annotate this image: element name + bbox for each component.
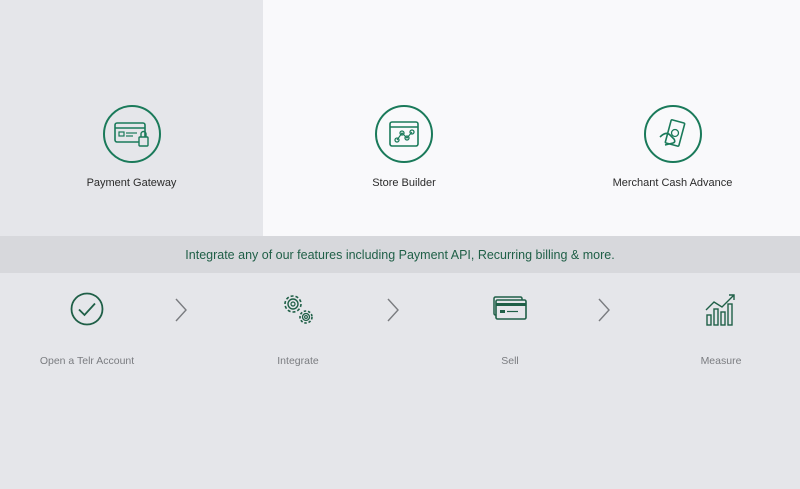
step-label: Measure (700, 355, 742, 367)
feature-label: Merchant Cash Advance (612, 177, 733, 189)
feature-merchant-cash-advance[interactable]: Merchant Cash Advance (545, 0, 800, 236)
chevron-right-icon (175, 298, 187, 322)
store-builder-graph-icon (375, 105, 433, 163)
cards-icon (492, 291, 528, 327)
feature-label: Store Builder (372, 177, 436, 189)
cash-in-hand-icon (643, 105, 702, 163)
chevron-right-icon (387, 298, 399, 322)
feature-payment-gateway[interactable]: Payment Gateway (0, 0, 263, 236)
bar-chart-growth-icon (703, 291, 739, 327)
integrate-banner: Integrate any of our features including … (0, 236, 800, 273)
step-label: Sell (501, 355, 519, 367)
step-label: Integrate (277, 355, 319, 367)
credit-card-lock-icon (102, 105, 161, 163)
banner-text: Integrate any of our features including … (185, 247, 615, 262)
feature-store-builder[interactable]: Store Builder (263, 0, 545, 236)
features-row: Payment Gateway Store Builder Merchant C (0, 0, 800, 236)
step-label: Open a Telr Account (39, 355, 135, 367)
feature-label: Payment Gateway (86, 177, 177, 189)
gears-icon (280, 291, 316, 327)
chevron-right-icon (598, 298, 610, 322)
steps-row: Open a Telr Account Integrate Sell Measu… (0, 273, 800, 489)
check-circle-icon (69, 291, 105, 327)
